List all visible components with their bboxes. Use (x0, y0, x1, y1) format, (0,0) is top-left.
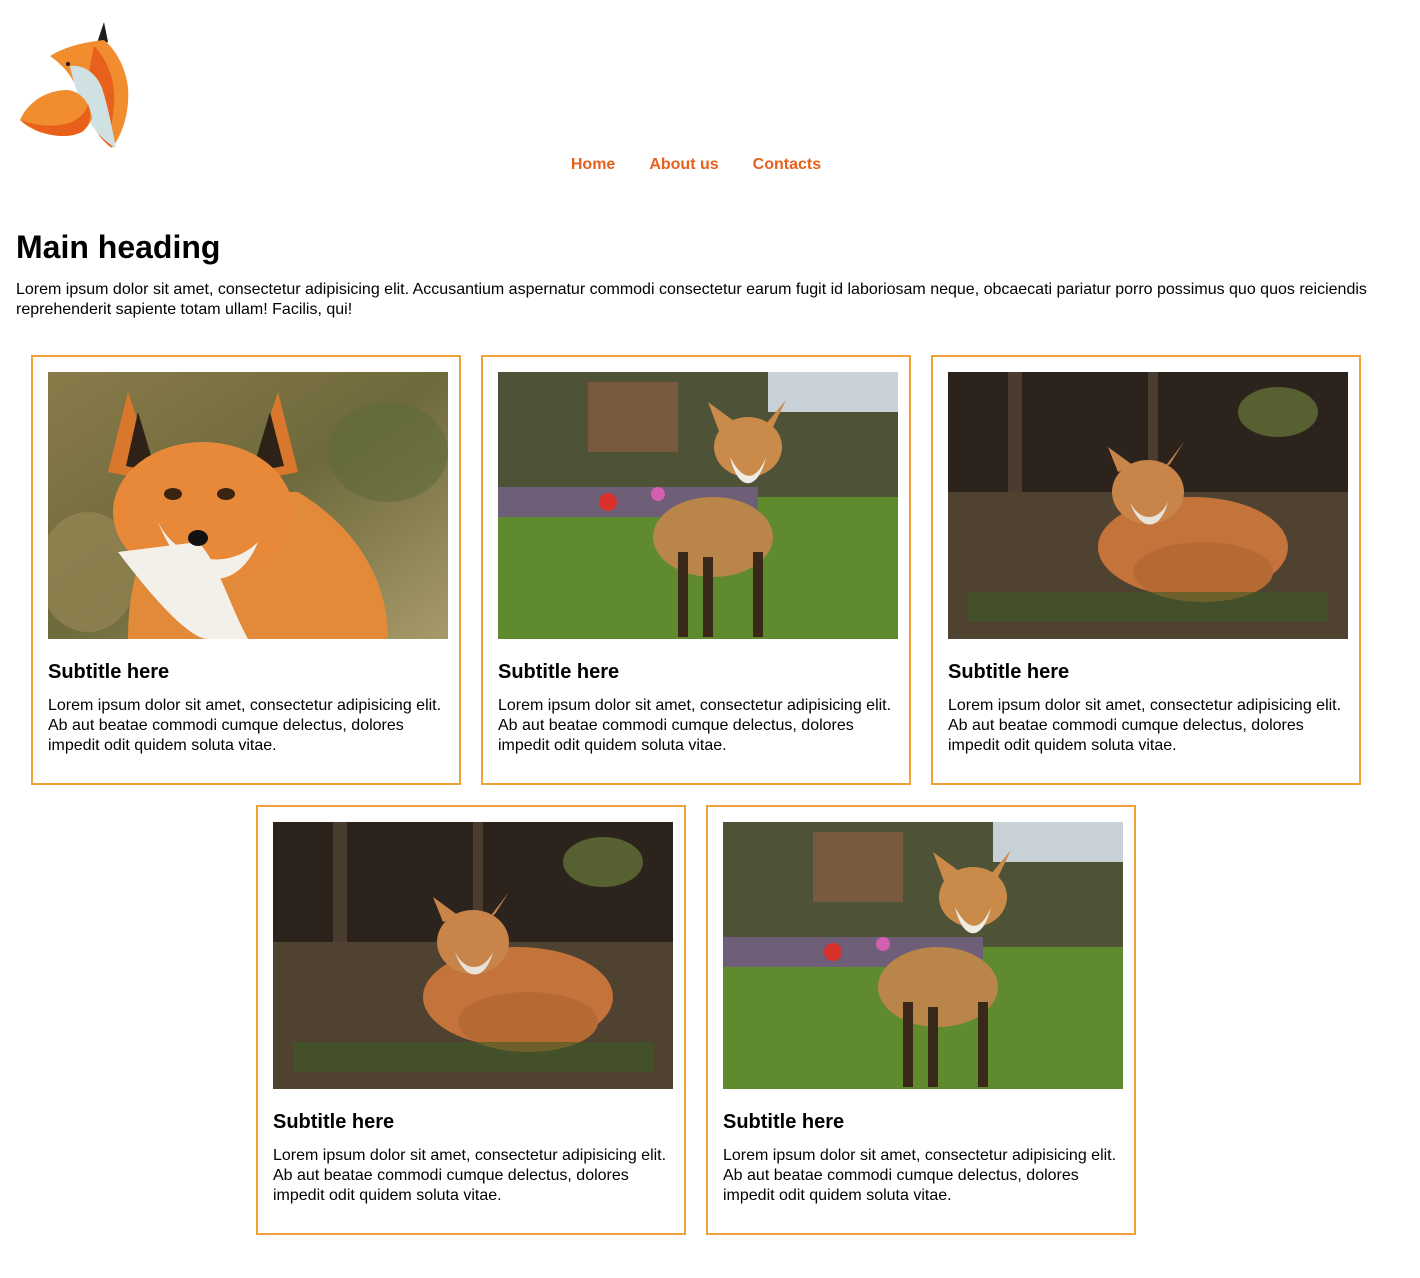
card-title: Subtitle here (723, 1111, 845, 1133)
card-text: Lorem ipsum dolor sit amet, consectetur … (723, 1147, 1117, 1204)
nav-contacts[interactable]: Contacts (753, 156, 821, 174)
nav-home[interactable]: Home (571, 156, 615, 174)
card: Subtitle here Lorem ipsum dolor sit amet… (256, 805, 686, 1235)
card-text: Lorem ipsum dolor sit amet, consectetur … (498, 697, 892, 754)
card-title: Subtitle here (273, 1111, 395, 1133)
main-nav: Home About us Contacts (0, 156, 1392, 174)
card-text: Lorem ipsum dolor sit amet, consectetur … (273, 1147, 667, 1204)
card-title: Subtitle here (948, 661, 1070, 683)
card: Subtitle here Lorem ipsum dolor sit amet… (31, 355, 461, 785)
card-title: Subtitle here (48, 661, 170, 683)
nav-about-us[interactable]: About us (649, 156, 718, 174)
page-title: Main heading (16, 229, 221, 265)
card-title: Subtitle here (498, 661, 620, 683)
card-text: Lorem ipsum dolor sit amet, consectetur … (948, 697, 1342, 754)
card: Subtitle here Lorem ipsum dolor sit amet… (481, 355, 911, 785)
fox-logo[interactable] (16, 16, 136, 154)
fox-photo (948, 372, 1348, 639)
fox-photo (723, 822, 1123, 1089)
intro-text: Lorem ipsum dolor sit amet, consectetur … (16, 281, 1367, 318)
fox-photo (48, 372, 448, 639)
card: Subtitle here Lorem ipsum dolor sit amet… (931, 355, 1361, 785)
fox-photo (273, 822, 673, 1089)
fox-photo (498, 372, 898, 639)
card-text: Lorem ipsum dolor sit amet, consectetur … (48, 697, 442, 754)
card-grid: Subtitle here Lorem ipsum dolor sit amet… (21, 345, 1371, 1245)
card: Subtitle here Lorem ipsum dolor sit amet… (706, 805, 1136, 1235)
